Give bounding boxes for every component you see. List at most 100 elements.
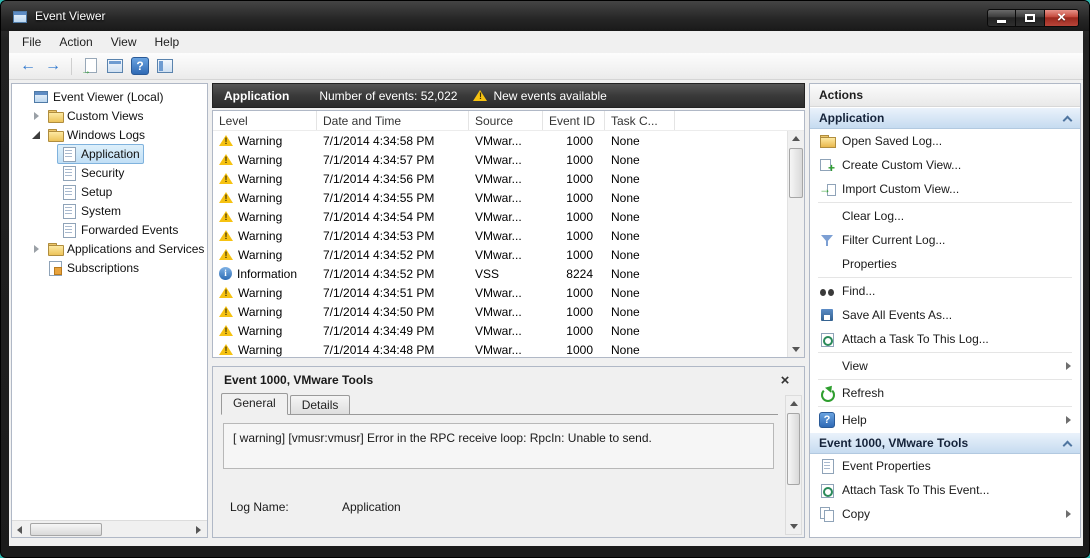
minimize-button[interactable] xyxy=(987,9,1016,27)
tree-item-applications-and-services-lo[interactable]: Applications and Services Lo xyxy=(12,239,207,258)
action-find[interactable]: Find... xyxy=(810,279,1080,303)
event-row[interactable]: Warning7/1/2014 4:34:48 PMVMwar...1000No… xyxy=(213,340,804,358)
event-task-cell: None xyxy=(605,324,675,338)
workspace: Event Viewer (Local)Custom ViewsWindows … xyxy=(9,80,1083,546)
forward-icon[interactable] xyxy=(42,57,64,75)
action-clear-log[interactable]: Clear Log... xyxy=(810,204,1080,228)
tree-item-event-viewer-local[interactable]: Event Viewer (Local) xyxy=(12,87,207,106)
collapse-chevron-icon[interactable] xyxy=(1063,440,1073,450)
events-scroll-thumb[interactable] xyxy=(789,148,803,198)
event-row[interactable]: Warning7/1/2014 4:34:58 PMVMwar...1000No… xyxy=(213,131,804,150)
tree-item-windows-logs[interactable]: Windows Logs xyxy=(12,125,207,144)
action-attach-a-task-to-this-log[interactable]: Attach a Task To This Log... xyxy=(810,327,1080,351)
preview-scroll-thumb[interactable] xyxy=(787,413,800,485)
action-save-all-events-as[interactable]: Save All Events As... xyxy=(810,303,1080,327)
event-level-text: Warning xyxy=(238,305,282,319)
action-import-custom-view[interactable]: Import Custom View... xyxy=(810,177,1080,201)
tree-item-custom-views[interactable]: Custom Views xyxy=(12,106,207,125)
action-properties[interactable]: Properties xyxy=(810,252,1080,276)
tree-item-label: Applications and Services Lo xyxy=(67,242,208,256)
action-copy[interactable]: Copy xyxy=(810,502,1080,526)
event-task-cell: None xyxy=(605,343,675,357)
scroll-down-icon[interactable] xyxy=(786,518,801,534)
back-icon[interactable] xyxy=(17,57,39,75)
scroll-down-icon[interactable] xyxy=(788,341,804,357)
action-attach-task-to-this-event[interactable]: Attach Task To This Event... xyxy=(810,478,1080,502)
event-level-text: Warning xyxy=(238,134,282,148)
tree-item-subscriptions[interactable]: Subscriptions xyxy=(12,258,207,277)
scroll-left-icon[interactable] xyxy=(12,521,29,538)
event-source-cell: VMwar... xyxy=(469,172,543,186)
tree-item-setup[interactable]: Setup xyxy=(12,182,207,201)
scroll-right-icon[interactable] xyxy=(190,521,207,538)
event-datetime-cell: 7/1/2014 4:34:50 PM xyxy=(317,305,469,319)
action-view[interactable]: View xyxy=(810,354,1080,378)
menu-view[interactable]: View xyxy=(102,32,146,52)
action-open-saved-log[interactable]: Open Saved Log... xyxy=(810,129,1080,153)
tree-node: Forwarded Events xyxy=(57,220,182,240)
event-source-cell: VMwar... xyxy=(469,229,543,243)
event-row[interactable]: Warning7/1/2014 4:34:56 PMVMwar...1000No… xyxy=(213,169,804,188)
title-bar[interactable]: Event Viewer xyxy=(1,1,1089,31)
tab-details[interactable]: Details xyxy=(290,395,351,414)
close-button[interactable] xyxy=(1045,9,1079,27)
event-id-cell: 1000 xyxy=(543,324,605,338)
menu-action[interactable]: Action xyxy=(50,32,101,52)
column-header-event-id[interactable]: Event ID xyxy=(543,111,605,130)
event-row[interactable]: Warning7/1/2014 4:34:57 PMVMwar...1000No… xyxy=(213,150,804,169)
action-event-properties[interactable]: Event Properties xyxy=(810,454,1080,478)
warning-icon xyxy=(219,286,233,299)
event-row[interactable]: Warning7/1/2014 4:34:51 PMVMwar...1000No… xyxy=(213,283,804,302)
maximize-icon xyxy=(1025,14,1035,22)
column-header-level[interactable]: Level xyxy=(213,111,317,130)
event-id-cell: 1000 xyxy=(543,305,605,319)
event-row[interactable]: Warning7/1/2014 4:34:55 PMVMwar...1000No… xyxy=(213,188,804,207)
action-pane-toggle-icon[interactable] xyxy=(156,57,174,75)
scroll-up-icon[interactable] xyxy=(786,396,801,412)
console-tree-toggle-icon[interactable] xyxy=(106,57,124,75)
event-row[interactable]: Warning7/1/2014 4:34:49 PMVMwar...1000No… xyxy=(213,321,804,340)
horizontal-scroll-thumb[interactable] xyxy=(30,523,102,536)
event-row[interactable]: Warning7/1/2014 4:34:52 PMVMwar...1000No… xyxy=(213,245,804,264)
tree-horizontal-scrollbar[interactable] xyxy=(12,520,207,537)
action-filter-current-log[interactable]: Filter Current Log... xyxy=(810,228,1080,252)
event-row[interactable]: Warning7/1/2014 4:34:53 PMVMwar...1000No… xyxy=(213,226,804,245)
tree-item-label: Security xyxy=(81,166,124,180)
section-header-event-1000-vmware-tools[interactable]: Event 1000, VMware Tools xyxy=(810,432,1080,454)
column-header-task-c[interactable]: Task C... xyxy=(605,111,675,130)
collapsed-expander-icon[interactable] xyxy=(30,109,43,122)
menu-file[interactable]: File xyxy=(13,32,50,52)
menu-help[interactable]: Help xyxy=(146,32,189,52)
action-help[interactable]: Help xyxy=(810,408,1080,432)
event-row[interactable]: Warning7/1/2014 4:34:54 PMVMwar...1000No… xyxy=(213,207,804,226)
expanded-expander-icon[interactable] xyxy=(30,128,43,141)
app-icon xyxy=(12,9,28,25)
help-toolbar-icon[interactable] xyxy=(131,57,149,75)
preview-vertical-scrollbar[interactable] xyxy=(785,395,802,535)
collapse-chevron-icon[interactable] xyxy=(1063,115,1073,125)
event-row[interactable]: Information7/1/2014 4:34:52 PMVSS8224Non… xyxy=(213,264,804,283)
preview-close-icon[interactable] xyxy=(777,372,793,389)
tree-item-system[interactable]: System xyxy=(12,201,207,220)
collapsed-expander-icon[interactable] xyxy=(30,242,43,255)
event-level-text: Warning xyxy=(238,324,282,338)
section-header-application[interactable]: Application xyxy=(810,107,1080,129)
action-refresh[interactable]: Refresh xyxy=(810,381,1080,405)
create-custom-view-icon xyxy=(819,157,835,173)
column-header-date-and-time[interactable]: Date and Time xyxy=(317,111,469,130)
event-task-cell: None xyxy=(605,248,675,262)
event-task-cell: None xyxy=(605,210,675,224)
column-header-source[interactable]: Source xyxy=(469,111,543,130)
action-create-custom-view[interactable]: Create Custom View... xyxy=(810,153,1080,177)
event-datetime-cell: 7/1/2014 4:34:51 PM xyxy=(317,286,469,300)
event-row[interactable]: Warning7/1/2014 4:34:50 PMVMwar...1000No… xyxy=(213,302,804,321)
tree-item-forwarded-events[interactable]: Forwarded Events xyxy=(12,220,207,239)
maximize-button[interactable] xyxy=(1016,9,1045,27)
tree-item-application[interactable]: Application xyxy=(12,144,207,163)
event-table-header: LevelDate and TimeSourceEvent IDTask C..… xyxy=(213,111,804,131)
events-vertical-scrollbar[interactable] xyxy=(787,131,804,357)
scroll-up-icon[interactable] xyxy=(788,131,804,147)
tab-general[interactable]: General xyxy=(221,393,288,415)
tree-item-security[interactable]: Security xyxy=(12,163,207,182)
export-log-icon[interactable] xyxy=(81,57,99,75)
